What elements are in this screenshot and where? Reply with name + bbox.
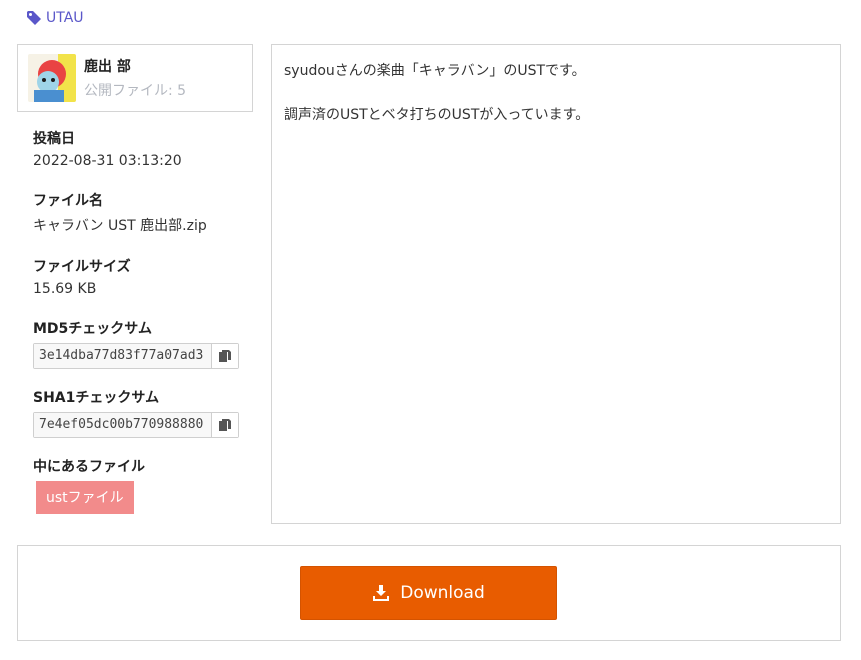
description-line: syudouさんの楽曲「キャラバン」のUSTです。 [284, 63, 586, 79]
md5-label: MD5チェックサム [33, 321, 153, 337]
copy-sha1-button[interactable] [211, 413, 238, 437]
download-panel: Download [17, 545, 841, 641]
tag-link[interactable]: UTAU [26, 10, 84, 26]
posted-label: 投稿日 [33, 131, 75, 147]
filename-value: キャラバン UST 鹿出部.zip [33, 218, 207, 234]
tag-label[interactable]: UTAU [46, 10, 84, 26]
file-type-badge: ustファイル [36, 481, 134, 514]
description-panel: syudouさんの楽曲「キャラバン」のUSTです。 調声済のUSTとベタ打ちのU… [271, 44, 841, 524]
posted-date: 2022-08-31 03:13:20 [33, 153, 182, 169]
download-label: Download [400, 583, 485, 603]
sha1-label: SHA1チェックサム [33, 390, 160, 406]
description-line: 調声済のUSTとベタ打ちのUSTが入っています。 [284, 107, 590, 123]
filesize-value: 15.69 KB [33, 281, 97, 297]
download-icon [373, 585, 390, 601]
user-card[interactable]: 鹿出 部 公開ファイル: 5 [17, 44, 253, 112]
md5-value[interactable]: 3e14dba77d83f77a07ad3 [34, 344, 211, 368]
public-file-count: 公開ファイル: 5 [84, 83, 187, 99]
filesize-label: ファイルサイズ [33, 259, 131, 275]
copy-icon [219, 419, 231, 431]
sha1-value[interactable]: 7e4ef05dc00b770988880 [34, 413, 211, 437]
copy-md5-button[interactable] [211, 344, 238, 368]
md5-field[interactable]: 3e14dba77d83f77a07ad3 [33, 343, 239, 369]
user-name[interactable]: 鹿出 部 [84, 56, 186, 76]
filename-label: ファイル名 [33, 193, 103, 209]
download-button[interactable]: Download [300, 566, 557, 620]
sha1-field[interactable]: 7e4ef05dc00b770988880 [33, 412, 239, 438]
file-metadata: 投稿日 2022-08-31 03:13:20 ファイル名 キャラバン UST … [33, 128, 248, 514]
tag-icon [27, 11, 41, 25]
copy-icon [219, 350, 231, 362]
contents-label: 中にあるファイル [33, 459, 145, 475]
avatar[interactable] [28, 54, 76, 102]
